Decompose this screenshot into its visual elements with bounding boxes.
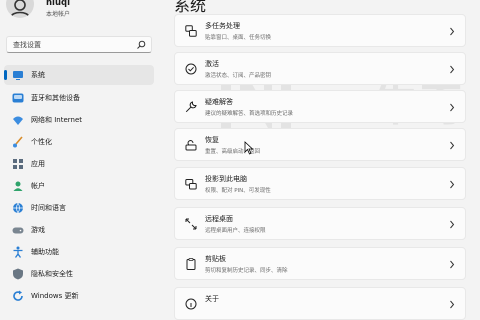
account-icon — [13, 181, 23, 191]
card-activation[interactable]: 激活 激活状态、订阅、产品密钥 — [174, 52, 466, 85]
brush-icon — [13, 136, 23, 148]
sidebar-item-time-language[interactable]: 时间和语言 — [4, 198, 154, 218]
multitask-icon — [185, 25, 197, 37]
sidebar-item-label: 时间和语言 — [31, 204, 66, 212]
avatar[interactable] — [6, 0, 34, 18]
account-type: 本地帐户 — [46, 11, 71, 18]
card-project-to-pc[interactable]: 投影到此电脑 权限、配对 PIN、可发现性 — [174, 167, 466, 200]
card-title: 多任务处理 — [205, 22, 240, 30]
user-name: niuqi — [46, 0, 71, 8]
card-subtitle: 建议的疑难解答、首选项和历史记录 — [205, 111, 294, 117]
bluetooth-icon — [12, 93, 24, 103]
card-subtitle: 贴靠窗口、桌面、任务切换 — [205, 35, 272, 41]
sidebar-item-label: 隐私和安全性 — [31, 270, 73, 278]
sidebar-item-apps[interactable]: 应用 — [4, 154, 154, 174]
card-title: 远程桌面 — [205, 215, 233, 223]
sidebar-item-privacy[interactable]: 隐私和安全性 — [4, 264, 154, 284]
monitor-icon — [13, 71, 23, 80]
card-about[interactable]: 关于 — [174, 287, 466, 320]
card-subtitle: 剪切和复制历史记录、同步、清除 — [205, 268, 288, 274]
sidebar-item-gaming[interactable]: 游戏 — [4, 220, 154, 240]
card-multitasking[interactable]: 多任务处理 贴靠窗口、桌面、任务切换 — [174, 14, 466, 47]
sidebar-item-label: 辅助功能 — [31, 248, 59, 256]
chevron-right-icon — [450, 180, 455, 189]
globe-clock-icon — [13, 202, 23, 214]
sidebar-item-accessibility[interactable]: 辅助功能 — [4, 242, 154, 262]
card-remote-desktop[interactable]: 远程桌面 远程桌面用户、连接权限 — [174, 207, 466, 240]
card-title: 关于 — [205, 295, 219, 303]
mouse-cursor-icon — [244, 141, 254, 155]
sidebar-item-label: 游戏 — [31, 226, 45, 234]
gamepad-icon — [12, 227, 24, 234]
card-subtitle: 权限、配对 PIN、可发现性 — [205, 188, 271, 194]
card-title: 激活 — [205, 60, 219, 68]
card-recovery[interactable]: 恢复 重置、高级启动、返回 — [174, 128, 466, 161]
card-troubleshoot[interactable]: 疑难解答 建议的疑难解答、首选项和历史记录 — [174, 90, 466, 123]
sidebar-item-network[interactable]: 网络和 Internet — [4, 110, 154, 130]
user-icon — [10, 0, 30, 18]
sidebar-item-label: 蓝牙和其他设备 — [31, 94, 80, 102]
remote-desktop-icon — [185, 218, 197, 230]
sidebar-item-label: 系统 — [31, 71, 45, 79]
wifi-icon — [13, 116, 23, 125]
search-input[interactable]: 查找设置 — [6, 36, 152, 53]
sidebar-item-label: 个性化 — [31, 138, 52, 146]
chevron-right-icon — [450, 260, 455, 269]
chevron-right-icon — [450, 27, 455, 36]
recovery-icon — [185, 140, 197, 151]
search-icon[interactable] — [136, 40, 146, 50]
chevron-right-icon — [450, 220, 455, 229]
sidebar-item-bluetooth[interactable]: 蓝牙和其他设备 — [4, 88, 154, 108]
card-title: 投影到此电脑 — [205, 175, 247, 183]
active-indicator — [4, 70, 7, 80]
wrench-icon — [185, 101, 197, 113]
card-clipboard[interactable]: 剪贴板 剪切和复制历史记录、同步、清除 — [174, 247, 466, 280]
chevron-right-icon — [450, 300, 455, 309]
sidebar-item-label: 帐户 — [31, 182, 45, 190]
chevron-right-icon — [450, 65, 455, 74]
card-title: 疑难解答 — [205, 98, 233, 106]
project-icon — [185, 179, 197, 190]
clipboard-icon — [186, 258, 196, 270]
sidebar-item-label: 网络和 Internet — [31, 116, 83, 124]
sidebar-item-accounts[interactable]: 帐户 — [4, 176, 154, 196]
sidebar-item-label: 应用 — [31, 160, 45, 168]
apps-icon — [13, 159, 23, 169]
sidebar-item-personalization[interactable]: 个性化 — [4, 132, 154, 152]
chevron-right-icon — [450, 103, 455, 112]
activation-check-icon — [185, 63, 197, 75]
shield-icon — [13, 268, 23, 280]
card-subtitle: 远程桌面用户、连接权限 — [205, 228, 266, 234]
sidebar-item-system[interactable]: 系统 — [4, 65, 154, 85]
sidebar: niuqi 本地帐户 查找设置 系统 蓝牙和其他设备 网络和 Internet — [0, 0, 160, 301]
chevron-right-icon — [450, 141, 455, 150]
card-title: 剪贴板 — [205, 255, 226, 263]
search-placeholder: 查找设置 — [13, 41, 41, 49]
card-subtitle: 激活状态、订阅、产品密钥 — [205, 73, 272, 79]
accessibility-icon — [13, 246, 23, 258]
card-title: 恢复 — [205, 136, 219, 144]
sidebar-item-windows-update[interactable]: Windows 更新 — [4, 286, 154, 306]
update-icon — [13, 290, 23, 301]
